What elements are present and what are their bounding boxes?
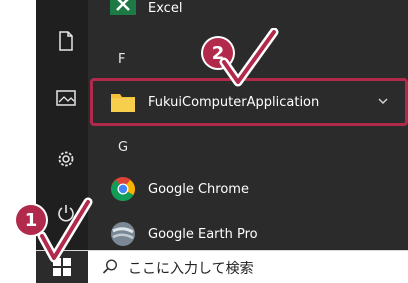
app-label: Google Chrome <box>148 181 249 197</box>
search-input[interactable]: ここに入力して検索 <box>128 258 254 278</box>
search-icon[interactable] <box>102 259 118 275</box>
app-item-google-chrome[interactable]: Google Chrome <box>88 171 408 207</box>
app-label: Excel <box>148 0 183 16</box>
app-item-excel[interactable]: Excel <box>88 0 408 28</box>
chrome-icon <box>111 177 135 202</box>
letter-header-g[interactable]: G <box>118 140 128 155</box>
app-label: Google Earth Pro <box>148 226 258 242</box>
checkmark-icon <box>37 197 93 263</box>
checkmark-icon <box>219 28 279 87</box>
excel-icon <box>110 0 136 15</box>
document-icon[interactable] <box>56 31 76 51</box>
pictures-icon[interactable] <box>56 88 76 108</box>
app-item-google-earth-pro[interactable]: Google Earth Pro <box>88 216 408 252</box>
letter-header-f[interactable]: F <box>118 52 125 67</box>
settings-icon[interactable] <box>56 149 76 169</box>
google-earth-icon <box>111 222 135 246</box>
